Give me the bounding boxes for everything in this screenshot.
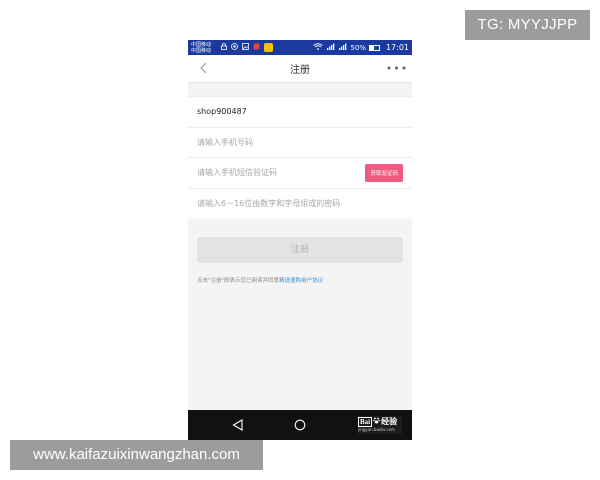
carrier-2: 中国移动 <box>191 47 212 54</box>
page-title: 注册 <box>290 65 310 76</box>
carrier-labels: 中国移动 中国移动 <box>191 42 217 54</box>
top-nav-bar: 注册 ••• <box>188 55 412 83</box>
baidu-brand-a: Bai <box>358 416 373 427</box>
phone-row[interactable] <box>188 128 412 158</box>
status-bar: 中国移动 中国移动 50% 17:01 <box>188 40 412 55</box>
circle-home-icon <box>294 416 306 435</box>
username-value[interactable]: shop900487 <box>197 107 247 116</box>
agreement-text: 点击"注册"即表示您已阅读并同意精选速购用户协议 <box>197 276 323 284</box>
password-row[interactable] <box>188 189 412 220</box>
watermark-top-right: TG: MYYJJPP <box>465 10 590 40</box>
wifi-icon <box>313 43 324 52</box>
baidu-url: jingyan.baidu.com <box>358 427 395 432</box>
battery-icon <box>368 44 380 51</box>
register-button[interactable]: 注册 <box>197 237 403 263</box>
lock-icon <box>221 43 227 52</box>
phone-input[interactable] <box>197 137 403 147</box>
baidu-jingyan-logo: Bai 经验 jingyan.baidu.com <box>358 416 402 434</box>
status-right: 50% 17:01 <box>313 43 409 52</box>
target-icon <box>231 43 238 52</box>
sms-code-row[interactable]: 获取验证码 <box>188 158 412 189</box>
signal-1-icon <box>326 43 335 52</box>
more-menu-button[interactable]: ••• <box>382 55 412 83</box>
phone-screen: 中国移动 中国移动 50% 17:01 注册 ••• shop900487 请输… <box>188 40 412 440</box>
signal-2-icon <box>338 43 347 52</box>
notification-icons <box>221 43 273 52</box>
clock: 17:01 <box>385 43 409 52</box>
watermark-bottom-left: www.kaifazuixinwangzhan.com <box>10 440 263 470</box>
app-icon <box>253 43 260 52</box>
username-row[interactable]: shop900487 <box>188 97 412 128</box>
system-back-button[interactable] <box>215 410 260 440</box>
baidu-brand: Bai 经验 <box>358 416 402 427</box>
battery-percent: 50% <box>350 43 366 52</box>
triangle-back-icon <box>232 416 243 435</box>
baidu-brand-b: 经验 <box>381 417 398 426</box>
system-nav-bar: Bai 经验 jingyan.baidu.com <box>188 410 412 440</box>
chevron-left-icon <box>199 59 207 78</box>
back-button[interactable] <box>188 55 218 83</box>
paw-icon <box>373 417 381 426</box>
system-home-button[interactable] <box>277 410 322 440</box>
taobao-icon <box>264 43 273 52</box>
register-form: shop900487 获取验证码 <box>188 96 412 219</box>
agreement-prefix: 点击"注册"即表示您已阅读并同意 <box>197 278 280 284</box>
sms-code-input[interactable] <box>197 168 366 178</box>
get-code-button[interactable]: 获取验证码 <box>365 163 403 182</box>
user-agreement-link[interactable]: 精选速购用户协议 <box>279 278 323 284</box>
password-input[interactable] <box>197 199 403 209</box>
image-icon <box>242 43 249 52</box>
